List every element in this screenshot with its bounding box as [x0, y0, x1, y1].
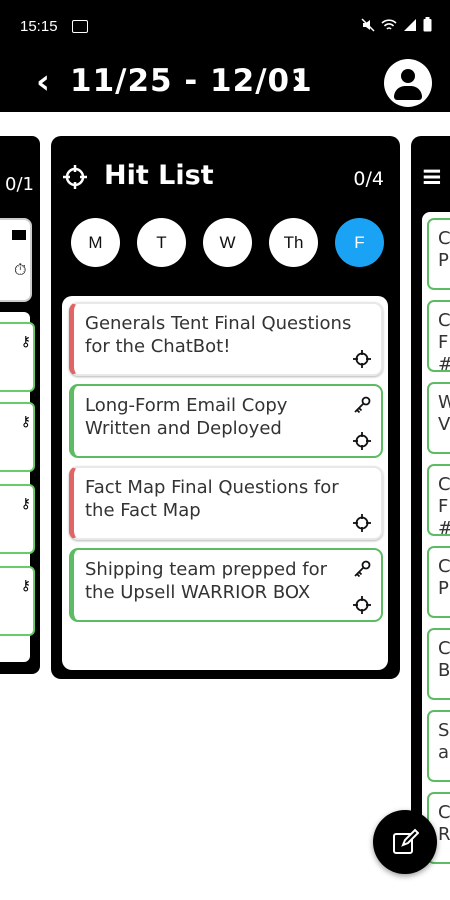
- left-column-card[interactable]: ⚷: [0, 484, 35, 554]
- left-column-card[interactable]: ⚷: [0, 322, 35, 392]
- board: 0/1 ⏱ ⚷ ⚷ ⚷ ⚷ Hit List 0/4 M T W Th F Ge…: [0, 112, 450, 900]
- chevron-right-icon[interactable]: ›: [292, 62, 306, 102]
- day-button-thursday[interactable]: Th: [269, 218, 318, 267]
- day-button-wednesday[interactable]: W: [203, 218, 252, 267]
- right-card-text: C F #: [438, 310, 450, 375]
- left-column-count: 0/1: [5, 174, 34, 195]
- right-column-card[interactable]: C F #: [427, 464, 450, 539]
- account-icon[interactable]: [384, 59, 432, 107]
- task-text: Generals Tent Final Questions for the Ch…: [85, 313, 352, 357]
- key-icon: ⚷: [20, 578, 31, 594]
- left-column-card[interactable]: ⚷: [0, 402, 35, 472]
- right-column-card[interactable]: C P: [427, 546, 450, 618]
- task-text: Fact Map Final Questions for the Fact Ma…: [85, 477, 339, 521]
- left-column[interactable]: 0/1 ⏱ ⚷ ⚷ ⚷ ⚷: [0, 136, 40, 674]
- key-icon[interactable]: [353, 396, 371, 414]
- column-title: Hit List: [104, 160, 214, 191]
- crosshair-icon[interactable]: [353, 514, 371, 532]
- status-time: 15:15: [20, 18, 58, 35]
- day-button-monday[interactable]: M: [71, 218, 120, 267]
- right-card-text: C R: [438, 802, 450, 845]
- right-card-text: S a: [438, 720, 450, 763]
- task-card[interactable]: Fact Map Final Questions for the Fact Ma…: [69, 466, 383, 540]
- left-column-list: ⚷ ⚷ ⚷ ⚷: [0, 312, 35, 662]
- right-card-text: C P: [438, 228, 450, 271]
- gallery-icon: [72, 20, 88, 33]
- right-card-text: C P: [438, 556, 450, 599]
- task-text: Shipping team prepped for the Upsell WAR…: [85, 559, 327, 603]
- task-card[interactable]: Generals Tent Final Questions for the Ch…: [69, 302, 383, 376]
- day-button-friday[interactable]: F: [335, 218, 384, 267]
- status-icons: [361, 17, 432, 36]
- edit-fab-button[interactable]: [373, 810, 437, 874]
- week-header: ‹ 11/25 - 12/01 ›: [0, 56, 450, 112]
- right-card-text: C B: [438, 638, 450, 681]
- battery-icon: [423, 17, 432, 36]
- column-count: 0/4: [353, 168, 384, 190]
- left-column-card[interactable]: ⚷: [0, 566, 35, 636]
- task-list: Generals Tent Final Questions for the Ch…: [62, 296, 388, 670]
- chevron-left-icon[interactable]: ‹: [36, 62, 50, 102]
- crosshair-icon[interactable]: [353, 432, 371, 450]
- day-button-tuesday[interactable]: T: [137, 218, 186, 267]
- crosshair-icon[interactable]: [353, 350, 371, 368]
- right-column[interactable]: ≡ C P C F # W V C F # C P C B S a C R: [411, 136, 450, 864]
- right-card-text: C F #: [438, 474, 450, 539]
- inventory-icon: ≡: [421, 162, 443, 192]
- task-card[interactable]: Long-Form Email Copy Written and Deploye…: [69, 384, 383, 458]
- left-column-card[interactable]: ⏱: [0, 218, 32, 302]
- mute-icon: [361, 17, 375, 36]
- right-column-card[interactable]: C F #: [427, 300, 450, 375]
- hit-list-column: Hit List 0/4 M T W Th F Generals Tent Fi…: [51, 136, 400, 679]
- status-bar: 15:15: [0, 0, 450, 56]
- crosshair-icon[interactable]: [353, 596, 371, 614]
- key-icon[interactable]: [353, 560, 371, 578]
- edit-icon: [393, 828, 419, 854]
- key-icon: ⚷: [20, 496, 31, 512]
- right-column-list: C P C F # W V C F # C P C B S a C R: [422, 212, 450, 864]
- task-card[interactable]: Shipping team prepped for the Upsell WAR…: [69, 548, 383, 622]
- wifi-icon: [381, 18, 397, 36]
- key-icon: ⚷: [20, 414, 31, 430]
- key-icon: ⚷: [20, 334, 31, 350]
- right-card-text: W V: [438, 392, 450, 435]
- task-text: Long-Form Email Copy Written and Deploye…: [85, 395, 288, 439]
- timer-icon: ⏱: [14, 260, 27, 279]
- right-column-card[interactable]: S a: [427, 710, 450, 782]
- right-column-card[interactable]: W V: [427, 382, 450, 454]
- right-column-card[interactable]: C P: [427, 218, 450, 290]
- day-selector: M T W Th F: [71, 218, 384, 267]
- crosshair-icon: [63, 165, 87, 189]
- date-range: 11/25 - 12/01: [70, 63, 313, 99]
- signal-icon: [403, 18, 417, 36]
- right-column-card[interactable]: C B: [427, 628, 450, 700]
